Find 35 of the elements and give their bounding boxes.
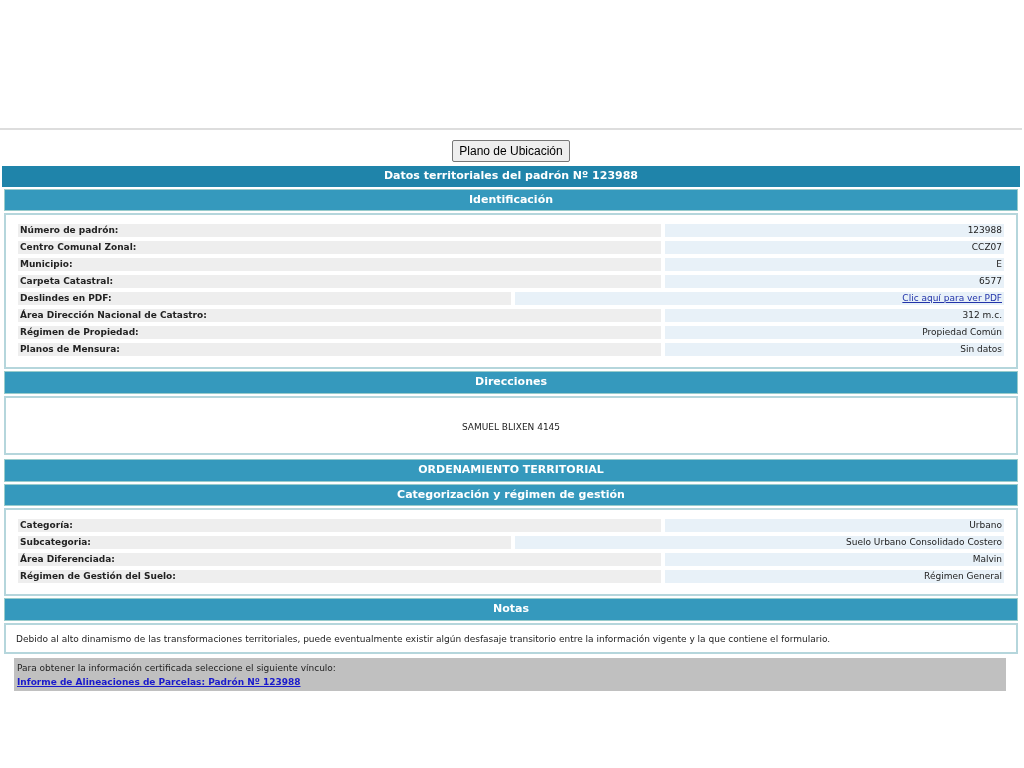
field-value: Sin datos: [665, 343, 1004, 356]
field-value: CCZ07: [665, 241, 1004, 254]
field-label: Número de padrón:: [18, 224, 661, 237]
field-value: Suelo Urbano Consolidado Costero: [515, 536, 1004, 549]
section-header: Identificación: [4, 188, 1018, 211]
field-label: Régimen de Propiedad:: [18, 326, 661, 339]
field-label: Carpeta Catastral:: [18, 275, 661, 288]
section-header: Direcciones: [4, 371, 1018, 394]
field-label: Centro Comunal Zonal:: [18, 241, 661, 254]
field-value: Urbano: [665, 519, 1004, 532]
page-title: Datos territoriales del padrón Nº 123988: [2, 166, 1020, 187]
map-button[interactable]: Plano de Ubicación: [452, 140, 570, 162]
field-value: 6577: [665, 275, 1004, 288]
field-value: E: [665, 258, 1004, 271]
field-value: Malvin: [665, 553, 1004, 566]
field-label: Área Dirección Nacional de Catastro:: [18, 309, 661, 322]
field-label: Subcategoria:: [18, 536, 511, 549]
field-label: Planos de Mensura:: [18, 343, 661, 356]
section-header: Categorización y régimen de gestión: [4, 483, 1018, 506]
section-header: Notas: [4, 598, 1018, 621]
field-value: 312 m.c.: [665, 309, 1004, 322]
address-text: SAMUEL BLIXEN 4145: [461, 421, 561, 432]
field-label: Deslindes en PDF:: [18, 292, 511, 305]
pdf-link[interactable]: Clic aquí para ver PDF: [902, 293, 1002, 303]
note-text: Debido al alto dinamismo de las transformaciones territoriales, puede eventualmente existir algún desfasaje transitorio entre la información vigente y la que contiene el formulario.: [16, 632, 832, 646]
field-label: Categoría:: [18, 519, 661, 532]
field-value: 123988: [665, 224, 1004, 237]
report-link[interactable]: Informe de Alineaciones de Parcelas: Padrón Nº 123988: [17, 676, 301, 687]
certificate-text: Para obtener la información certificada seleccione el siguiente vínculo:: [17, 662, 337, 675]
field-value: Régimen General: [665, 570, 1004, 583]
section-header: ORDENAMIENTO TERRITORIAL: [4, 459, 1018, 482]
field-label: Régimen de Gestión del Suelo:: [18, 570, 661, 583]
field-label: Área Diferenciada:: [18, 553, 661, 566]
field-label: Municipio:: [18, 258, 661, 271]
field-value: Propiedad Común: [665, 326, 1004, 339]
